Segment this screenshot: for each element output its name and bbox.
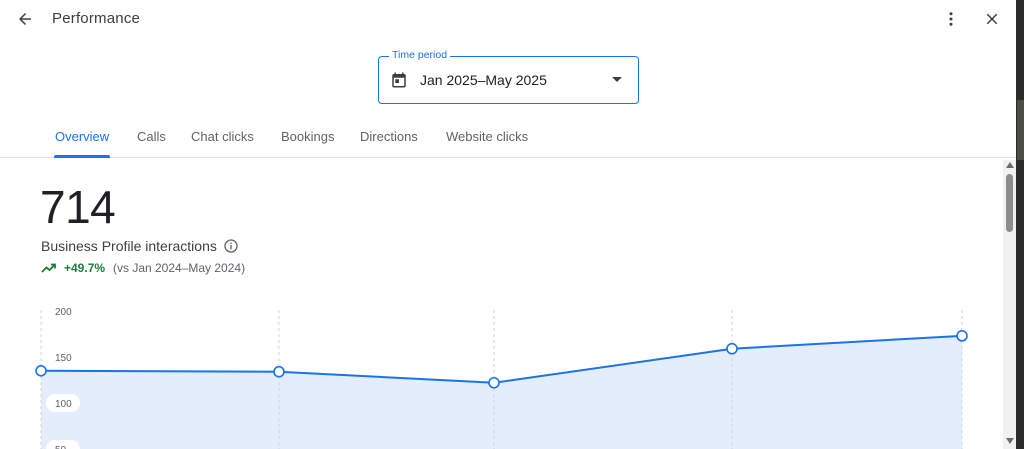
dropdown-arrow-icon [612,77,622,82]
calendar-icon [392,72,406,88]
more-vert-icon [949,12,953,26]
background-fragment [1017,100,1024,160]
interactions-chart: 200 150 100 50 [35,307,968,449]
page-title: Performance [52,10,141,27]
chart-data-point [35,365,47,377]
chart-data-point [488,376,500,389]
metric-tabs: Overview Calls Chat clicks Bookings Dire… [0,118,1016,158]
chart-area-fill [41,335,962,449]
chart-y-tick-label: 150 [55,353,72,364]
chart-y-tick-label: 50 [55,445,67,449]
chart-data-point [956,330,968,342]
trend-comparison: (vs Jan 2024–May 2024) [113,261,246,275]
trend-percentage: +49.7% [64,261,106,275]
metric-label: Business Profile interactions [41,238,217,254]
time-period-value: Jan 2025–May 2025 [420,72,547,88]
chart-y-tick-label: 100 [55,399,72,410]
chart-data-point [273,365,285,378]
time-period-label: Time period [389,49,451,61]
scroll-down-arrow[interactable] [1006,438,1014,444]
scroll-thumb[interactable] [1006,174,1013,232]
tab-directions[interactable]: Directions [360,129,418,144]
trending-up-icon [41,263,56,273]
background-page-strip [1016,0,1024,449]
close-icon [986,13,998,25]
tab-chat-clicks[interactable]: Chat clicks [191,129,254,144]
info-icon[interactable] [223,238,239,254]
tab-calls[interactable]: Calls [137,129,166,144]
more-options-button[interactable] [938,6,964,32]
tab-overview[interactable]: Overview [55,129,109,144]
close-button[interactable] [979,6,1005,32]
dialog-header: Performance [0,0,1016,40]
tab-website-clicks[interactable]: Website clicks [446,129,528,144]
interactions-total: 714 [40,181,116,233]
time-period-select[interactable]: Time period Jan 2025–May 2025 [378,49,639,104]
performance-dialog: Performance Time period Jan 2025–May 202… [0,0,1016,449]
vertical-scrollbar[interactable] [1003,160,1016,449]
chart-data-point [726,342,738,355]
chart-y-tick-label: 200 [55,307,72,318]
active-tab-indicator [54,155,110,158]
back-button[interactable] [12,6,38,32]
scroll-up-arrow[interactable] [1006,162,1014,168]
tab-bookings[interactable]: Bookings [281,129,334,144]
arrow-back-icon [19,13,31,25]
